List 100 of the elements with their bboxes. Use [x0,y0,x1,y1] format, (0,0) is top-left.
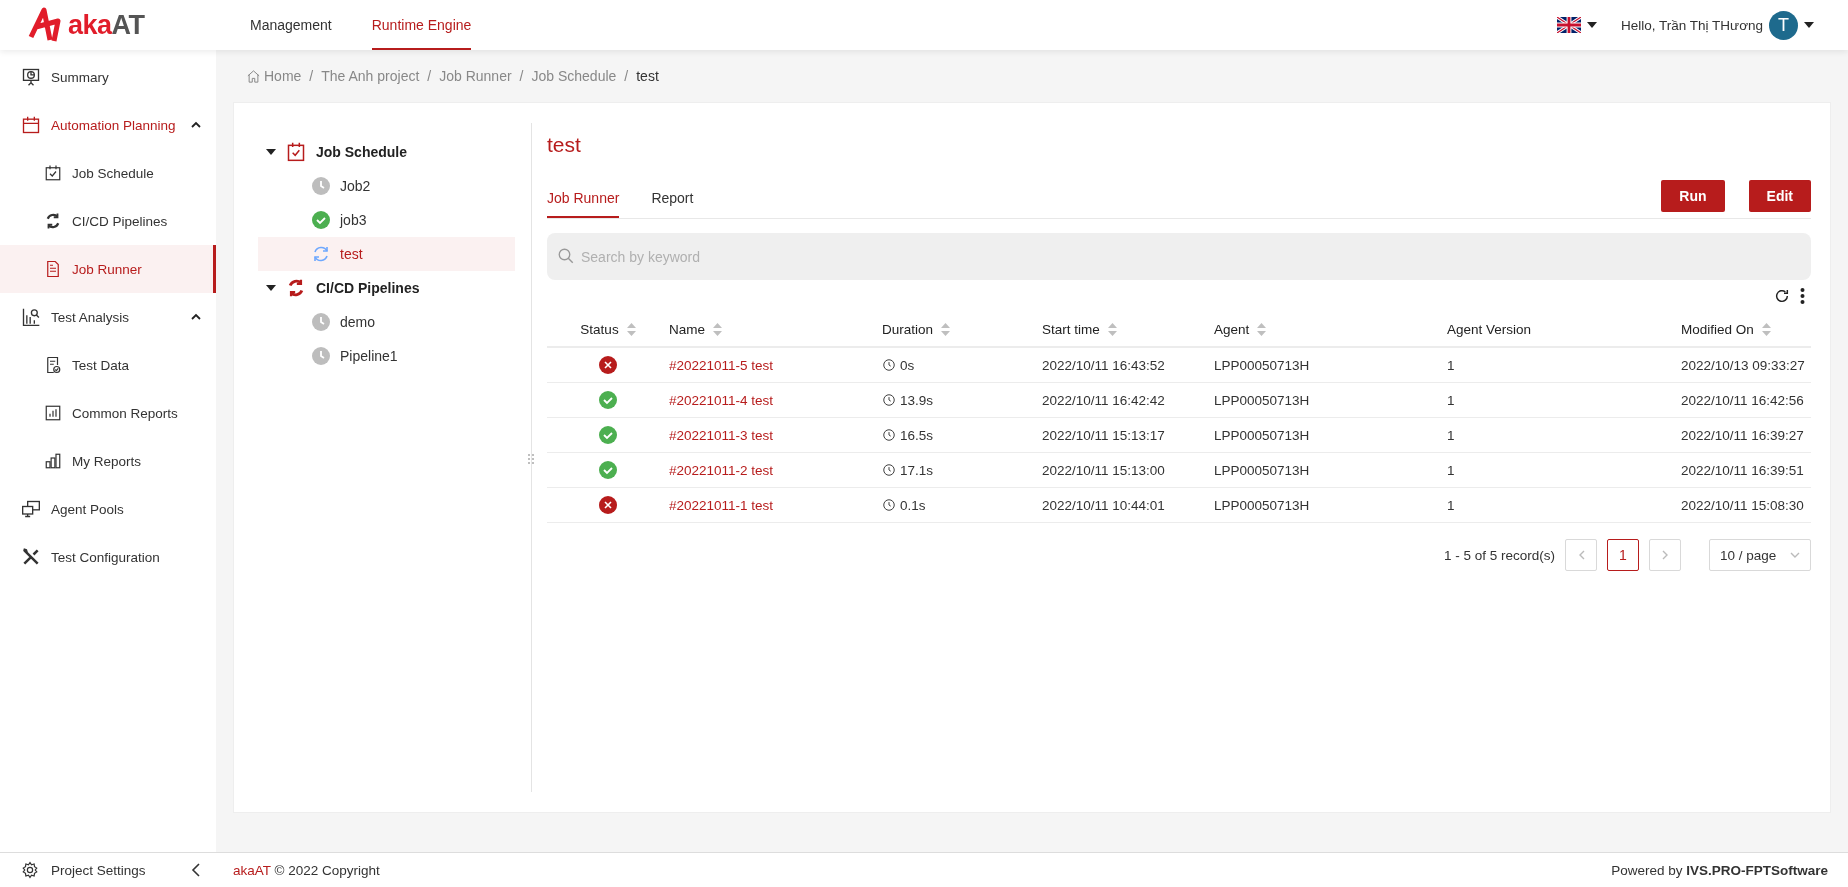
resize-handle-icon[interactable] [527,453,535,465]
page-size-select[interactable]: 10 / page [1709,539,1811,571]
tree-item[interactable]: Job2 [258,169,515,203]
column-header[interactable]: Name [669,312,882,348]
chart-search-icon [21,307,41,327]
page-title: test [547,133,582,158]
tree-item[interactable]: job3 [258,203,515,237]
settings-icon [21,861,39,879]
tree-item[interactable]: test [258,237,515,271]
flag-icon[interactable] [1557,17,1582,33]
sort-icon [713,322,722,336]
sidebar-item[interactable]: Agent Pools [0,485,216,533]
copyright-text: akaAT © 2022 Copyright [232,862,381,878]
sort-icon [1761,322,1771,336]
data-sheet-icon [44,356,62,374]
edit-button[interactable]: Edit [1748,180,1811,212]
column-header[interactable]: Status [547,312,669,348]
table-cell: LPP00050713H [1214,392,1310,408]
sort-icon [941,322,951,336]
sidebar-item[interactable]: My Reports [0,437,216,485]
table-cell: 1 [1447,462,1455,478]
tree-group[interactable]: CI/CD Pipelines [258,271,515,305]
sidebar-item[interactable]: Summary [0,53,216,101]
table-cell: 2022/10/11 15:08:30 [1681,497,1804,513]
clock-icon [882,428,896,442]
breadcrumb-separator: / [309,68,314,84]
column-header[interactable]: Modified On [1681,312,1811,348]
sort-icon [1107,322,1117,336]
logo-icon [28,7,62,43]
sidebar-item[interactable]: Job Runner [0,245,216,293]
chevron-left-icon [1577,550,1585,560]
project-settings-item[interactable]: Project Settings [0,861,216,879]
tree-group[interactable]: Job Schedule [258,135,515,169]
sidebar-item[interactable]: Test Analysis [0,293,216,341]
run-link[interactable]: #20221011-1 test [669,497,774,513]
record-count: 1 - 5 of 5 record(s) [1443,547,1555,563]
page-button[interactable]: 1 [1607,539,1639,571]
clock-icon [882,463,896,477]
sidebar-item[interactable]: Job Schedule [0,149,216,197]
table-cell: 2022/10/11 15:13:17 [1042,427,1165,443]
duration-text: 0.1s [900,497,926,513]
column-header[interactable]: Start time [1042,312,1214,348]
breadcrumb-separator: / [519,68,524,84]
tree-item[interactable]: Pipeline1 [258,339,515,373]
table-cell: 1 [1447,427,1455,443]
home-icon [246,68,261,84]
user-avatar[interactable]: T [1769,10,1798,40]
sidebar-item[interactable]: Test Configuration [0,533,216,581]
more-icon[interactable] [1800,288,1805,304]
chevron-left-icon[interactable] [191,863,200,877]
run-link[interactable]: #20221011-3 test [669,427,774,443]
clock-icon [882,358,896,372]
calendar-icon [21,115,41,135]
presentation-icon [21,67,41,87]
table-cell: LPP00050713H [1214,427,1310,443]
powered-by-text: Powered by IVS.PRO-FPTSoftware [1611,862,1829,878]
clock-icon [882,393,896,407]
tree-item[interactable]: demo [258,305,515,339]
document-icon [44,260,62,278]
table-cell: LPP00050713H [1214,462,1310,478]
chevron-down-icon [1790,551,1800,559]
user-greeting: Hello, Trần Thị THương [1621,17,1763,33]
table-cell: 1 [1447,497,1455,513]
caret-icon[interactable] [1804,22,1814,28]
duration-text: 13.9s [900,392,934,408]
sidebar-item[interactable]: CI/CD Pipelines [0,197,216,245]
bar-chart-icon [44,404,62,422]
tab[interactable]: Job Runner [547,190,620,218]
search-field[interactable]: Search by keyword [547,233,1811,280]
sidebar-item[interactable]: Test Data [0,341,216,389]
duration-text: 0s [900,357,915,373]
run-link[interactable]: #20221011-2 test [669,462,774,478]
table-cell: 2022/10/11 16:39:51 [1681,462,1804,478]
duration-text: 17.1s [900,462,934,478]
refresh-icon[interactable] [1774,288,1790,304]
logo-text: akaAT [68,9,145,41]
run-link[interactable]: #20221011-4 test [669,392,774,408]
table-cell: 2022/10/11 16:39:27 [1681,427,1804,443]
table-cell: 2022/10/11 16:43:52 [1042,357,1165,373]
cycle-arrows-icon [44,212,62,230]
search-icon [557,247,575,265]
tab[interactable]: Report [651,190,694,218]
column-header[interactable]: Agent [1214,312,1447,348]
nav-tab[interactable]: Runtime Engine [371,0,472,50]
tools-icon [21,547,41,567]
duration-text: 16.5s [900,427,934,443]
nav-tab[interactable]: Management [250,0,332,50]
sidebar-item[interactable]: Automation Planning [0,101,216,149]
table-cell: 2022/10/13 09:33:27 [1681,357,1805,373]
caret-icon[interactable] [1587,22,1598,28]
sidebar-item[interactable]: Common Reports [0,389,216,437]
run-button[interactable]: Run [1661,180,1725,212]
sort-icon [626,322,636,336]
table-cell: LPP00050713H [1214,357,1310,373]
column-header[interactable]: Duration [882,312,1042,348]
chevron-right-icon [1661,550,1669,560]
table-cell: 2022/10/11 15:13:00 [1042,462,1165,478]
calendar-check-icon [286,142,306,162]
sort-icon [1257,322,1267,336]
run-link[interactable]: #20221011-5 test [669,357,774,373]
